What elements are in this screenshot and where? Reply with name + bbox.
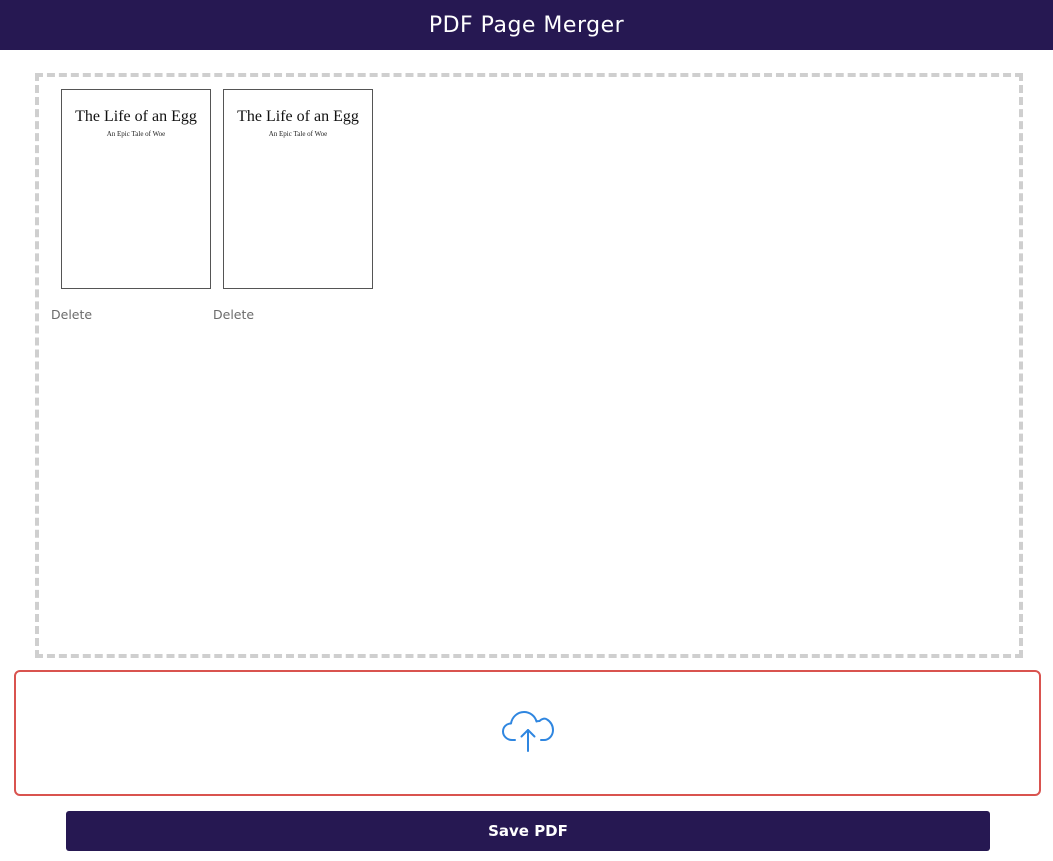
upload-area[interactable] [14, 670, 1041, 796]
page-thumbnail-subtitle: An Epic Tale of Woe [106, 130, 166, 138]
page-thumbnail-title: The Life of an Egg [237, 108, 359, 125]
delete-page-button[interactable]: Delete [213, 307, 254, 322]
page-thumbnail-subtitle: An Epic Tale of Woe [268, 130, 328, 138]
pages-dropzone[interactable]: The Life of an Egg An Epic Tale of Woe D… [35, 73, 1023, 658]
cloud-upload-icon[interactable] [501, 709, 555, 758]
page-thumbnail-title: The Life of an Egg [75, 108, 197, 125]
app-header: PDF Page Merger [0, 0, 1053, 50]
save-pdf-button[interactable]: Save PDF [66, 811, 990, 851]
app-title: PDF Page Merger [428, 12, 625, 38]
page-thumbnail[interactable]: The Life of an Egg An Epic Tale of Woe [223, 89, 373, 289]
page-thumbnail[interactable]: The Life of an Egg An Epic Tale of Woe [61, 89, 211, 289]
delete-page-button[interactable]: Delete [51, 307, 92, 322]
